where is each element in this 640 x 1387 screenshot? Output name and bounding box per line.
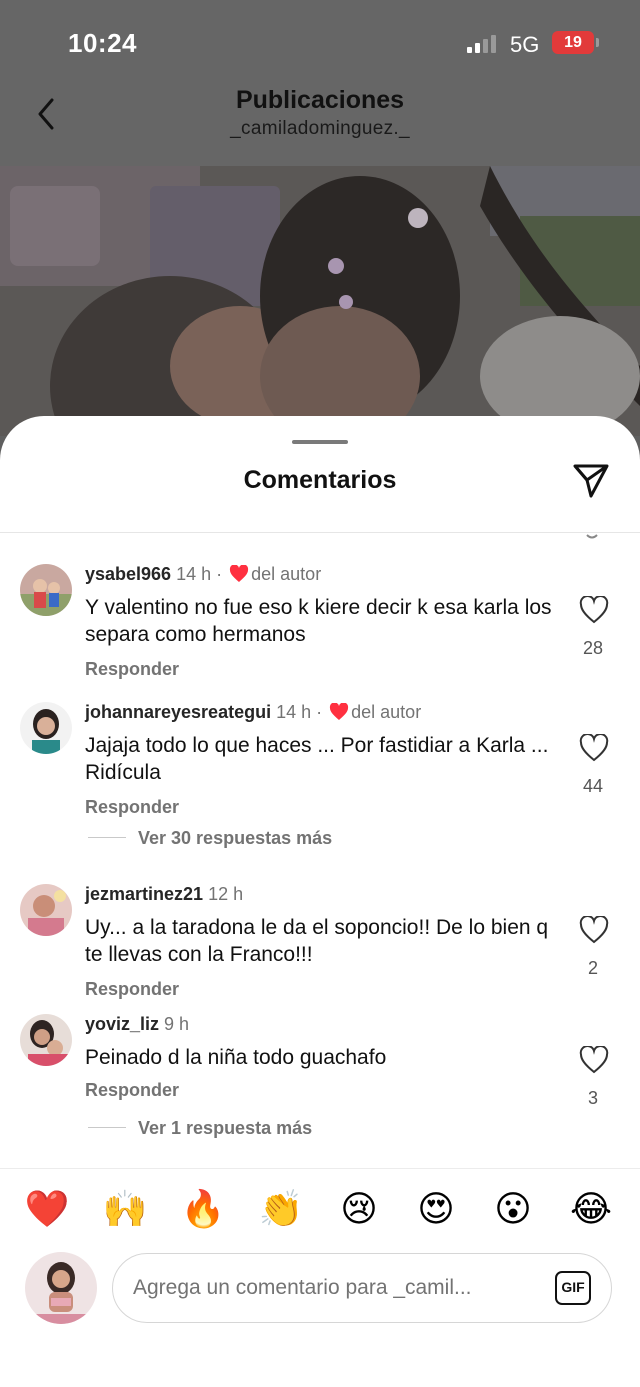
reply-button[interactable]: Responder [85,659,179,680]
author-liked-heart-icon [330,703,349,720]
post-photo [0,166,640,436]
emoji-reactions-bar: ❤️ 🙌 🔥 👏 😢 😍 😮 😂 [0,1186,640,1232]
gif-button[interactable]: GIF [555,1271,591,1305]
comment-text: Peinado d la niña todo guachafo [85,1046,387,1069]
scroll-peek-indicator [586,534,598,539]
reply-button[interactable]: Responder [85,979,179,1000]
comment-item: jezmartinez21 12 h Uy... a la taradona l… [0,884,640,999]
sheet-title: Comentarios [243,466,397,494]
share-button[interactable] [570,460,612,502]
comment-meta: johannareyesreategui 14 h · del autor [85,702,422,722]
heart-outline-icon[interactable] [579,916,609,944]
emoji-tears-of-joy[interactable]: 😂 [568,1186,614,1232]
emoji-raising-hands[interactable]: 🙌 [102,1186,148,1232]
heart-outline-icon[interactable] [579,1046,609,1074]
comment-meta: ysabel966 14 h · del autor [85,564,322,584]
comment-meta: jezmartinez21 12 h [85,884,243,905]
comment-username[interactable]: yoviz_liz [85,1014,159,1034]
like-count: 44 [582,776,604,796]
comment-text: Y valentino no fue eso k kiere decir k e… [85,596,552,646]
comment-username[interactable]: ysabel966 [85,564,171,584]
top-nav: Publicaciones _camiladominguez._ [0,80,640,166]
comment-time: 14 h [276,702,312,722]
comment-username[interactable]: johannareyesreategui [85,702,271,722]
comment-item: ysabel966 14 h · del autor Y valentino n… [0,564,640,679]
emoji-clapping-hands[interactable]: 👏 [258,1186,304,1232]
comment-item: johannareyesreategui 14 h · del autor Ja… [0,702,640,849]
emoji-red-heart[interactable]: ❤️ [24,1186,70,1232]
emoji-crying-face[interactable]: 😢 [336,1186,382,1232]
like-count: 3 [587,1088,598,1108]
like-count: 2 [587,958,598,978]
current-user-avatar [25,1252,97,1324]
battery-icon: 19 [552,31,599,54]
send-icon [573,464,609,498]
page-title: Publicaciones [235,86,405,114]
signal-icon [467,35,499,53]
view-more-replies-label: Ver 1 respuesta más [138,1118,313,1138]
network-label: 5G [510,32,540,57]
comment-username[interactable]: jezmartinez21 [85,884,203,904]
replies-line [88,1127,126,1128]
heart-outline-icon[interactable] [579,596,609,624]
comment-time: 12 h [208,884,244,904]
like-count: 28 [582,638,604,658]
avatar[interactable] [20,884,72,936]
avatar[interactable] [20,702,72,754]
author-liked-heart-icon [230,565,249,582]
comment-input-placeholder: Agrega un comentario para _camil... [133,1276,472,1299]
page-subtitle-username[interactable]: _camiladominguez._ [0,118,640,140]
comment-time: 14 h [176,564,212,584]
composer-divider [0,1168,640,1169]
author-like-label: del autor [351,702,422,722]
header-divider [0,532,640,533]
emoji-surprised-face[interactable]: 😮 [490,1186,536,1232]
view-more-replies[interactable]: Ver 30 respuestas más [88,828,332,849]
battery-level: 19 [564,34,582,51]
replies-line [88,837,126,838]
avatar[interactable] [20,564,72,616]
comment-time: 9 h [164,1014,190,1034]
avatar[interactable] [20,1014,72,1066]
comment-input[interactable]: Agrega un comentario para _camil... GIF [112,1253,612,1323]
reply-button[interactable]: Responder [85,797,179,818]
comment-meta: yoviz_liz 9 h [85,1014,189,1035]
author-like-label: del autor [251,564,322,584]
reply-button[interactable]: Responder [85,1080,179,1101]
comment-item: yoviz_liz 9 h Peinado d la niña todo gua… [0,1014,640,1144]
view-more-replies-label: Ver 30 respuestas más [138,828,333,848]
comment-text: Jajaja todo lo que haces ... Por fastidi… [85,734,549,784]
comments-sheet: Comentarios ysabel966 14 h · del autor Y… [0,416,640,1387]
status-time: 10:24 [68,28,137,58]
view-more-replies[interactable]: Ver 1 respuesta más [88,1118,312,1139]
sheet-grabber[interactable] [292,440,348,444]
emoji-heart-eyes[interactable]: 😍 [413,1186,459,1232]
comment-text: Uy... a la taradona le da el soponcio!! … [85,916,549,966]
status-bar: 10:24 5G 19 [0,0,640,80]
emoji-fire[interactable]: 🔥 [180,1186,226,1232]
heart-outline-icon[interactable] [579,734,609,762]
